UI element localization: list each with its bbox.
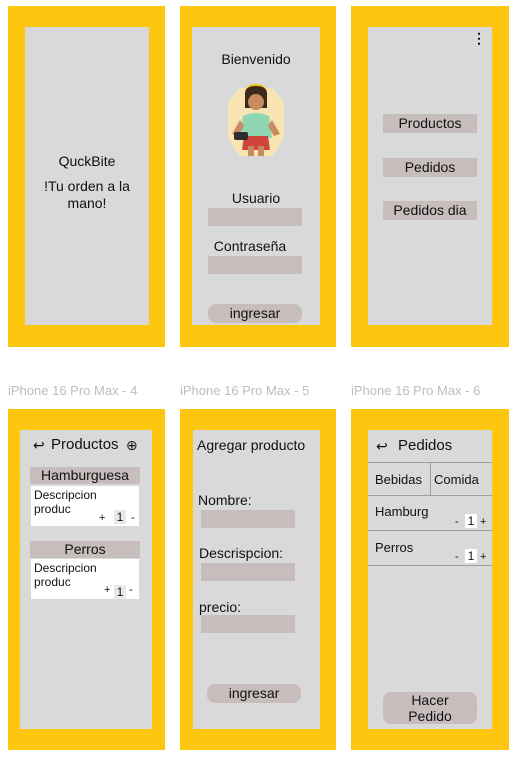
phone-frame-orders: ↩ Pedidos Bebidas Comida Hamburg - 1 + P… (351, 409, 509, 750)
orders-title: Pedidos (398, 437, 453, 454)
description-label: Descrispcion: (199, 545, 284, 561)
increment-button[interactable]: + (104, 584, 110, 596)
product-name-hamburguesa: Hamburguesa (30, 467, 140, 484)
quantity-value: 1 (114, 510, 126, 524)
increment-button[interactable]: + (99, 512, 105, 524)
password-input[interactable] (208, 256, 302, 274)
login-screen: Bienvenido Usuario Contraseña ingresar (192, 27, 320, 325)
splash-screen: QuckBite !Tu orden a la mano! (25, 27, 149, 325)
tab-comida[interactable]: Comida (434, 472, 479, 488)
phone-frame-menu: ⋮ Productos Pedidos Pedidos dia (351, 6, 509, 347)
tagline-line-1: !Tu orden a la (44, 178, 130, 194)
increment-button[interactable]: + (480, 551, 486, 563)
divider (368, 530, 492, 531)
frame-label-6: iPhone 16 Pro Max - 6 (351, 383, 481, 398)
name-label: Nombre: (198, 492, 252, 508)
place-order-label-line-1: Hacer (411, 692, 449, 708)
menu-item-pedidos[interactable]: Pedidos (383, 158, 477, 177)
order-item-name: Perros (375, 540, 414, 555)
decrement-button[interactable]: - (131, 512, 135, 524)
phone-frame-login: Bienvenido Usuario Contraseña ingresar (180, 6, 336, 347)
divider (368, 495, 492, 496)
back-icon[interactable]: ↩ (33, 438, 45, 452)
frame-label-5: iPhone 16 Pro Max - 5 (180, 383, 310, 398)
product-description: produc (34, 502, 71, 516)
frame-label-4: iPhone 16 Pro Max - 4 (8, 383, 138, 398)
tagline-line-2: mano! (67, 195, 107, 211)
add-circle-icon[interactable]: ⊕ (126, 438, 138, 452)
order-item-name: Hamburg (375, 504, 429, 519)
quantity-value: 1 (114, 585, 126, 599)
decrement-button[interactable]: - (129, 584, 133, 596)
name-input[interactable] (201, 510, 295, 528)
product-name-perros: Perros (30, 541, 140, 558)
product-description: Descripcion (34, 488, 97, 502)
more-options-icon[interactable]: ⋮ (472, 31, 486, 45)
decrement-button[interactable]: - (455, 551, 459, 563)
tab-bebidas[interactable]: Bebidas (375, 472, 422, 488)
login-title: Bienvenido (221, 51, 291, 67)
price-label: precio: (199, 599, 242, 615)
place-order-label-line-2: Pedido (408, 708, 452, 724)
products-title: Productos (51, 436, 119, 453)
orders-screen: ↩ Pedidos Bebidas Comida Hamburg - 1 + P… (368, 430, 492, 729)
price-input[interactable] (201, 615, 295, 633)
place-order-button[interactable]: Hacer Pedido (383, 692, 477, 724)
phone-frame-products: ↩ Productos ⊕ Hamburguesa Descripcion pr… (8, 409, 165, 750)
divider (368, 565, 492, 566)
product-description: Descripcion (34, 561, 97, 575)
submit-product-button[interactable]: ingresar (207, 684, 301, 703)
add-product-title: Agregar producto (197, 437, 306, 453)
menu-screen: ⋮ Productos Pedidos Pedidos dia (368, 27, 492, 325)
add-product-screen: Agregar producto Nombre: Descrispcion: p… (193, 430, 320, 729)
divider (430, 463, 431, 495)
quantity-value: 1 (465, 549, 477, 563)
menu-item-productos[interactable]: Productos (383, 114, 477, 133)
quantity-value: 1 (465, 514, 477, 528)
phone-frame-add-product: Agregar producto Nombre: Descrispcion: p… (180, 409, 336, 750)
description-input[interactable] (201, 563, 295, 581)
login-button[interactable]: ingresar (208, 304, 302, 323)
menu-item-pedidos-dia[interactable]: Pedidos dia (383, 201, 477, 220)
avatar (228, 84, 284, 156)
back-icon[interactable]: ↩ (376, 439, 388, 453)
app-name: QuckBite (58, 153, 116, 169)
user-label: Usuario (231, 190, 281, 206)
decrement-button[interactable]: - (455, 516, 459, 528)
phone-frame-splash: QuckBite !Tu orden a la mano! (8, 6, 165, 347)
product-description: produc (34, 575, 71, 589)
products-screen: ↩ Productos ⊕ Hamburguesa Descripcion pr… (20, 430, 152, 729)
user-input[interactable] (208, 208, 302, 226)
password-label: Contraseña (213, 238, 287, 254)
increment-button[interactable]: + (480, 516, 486, 528)
